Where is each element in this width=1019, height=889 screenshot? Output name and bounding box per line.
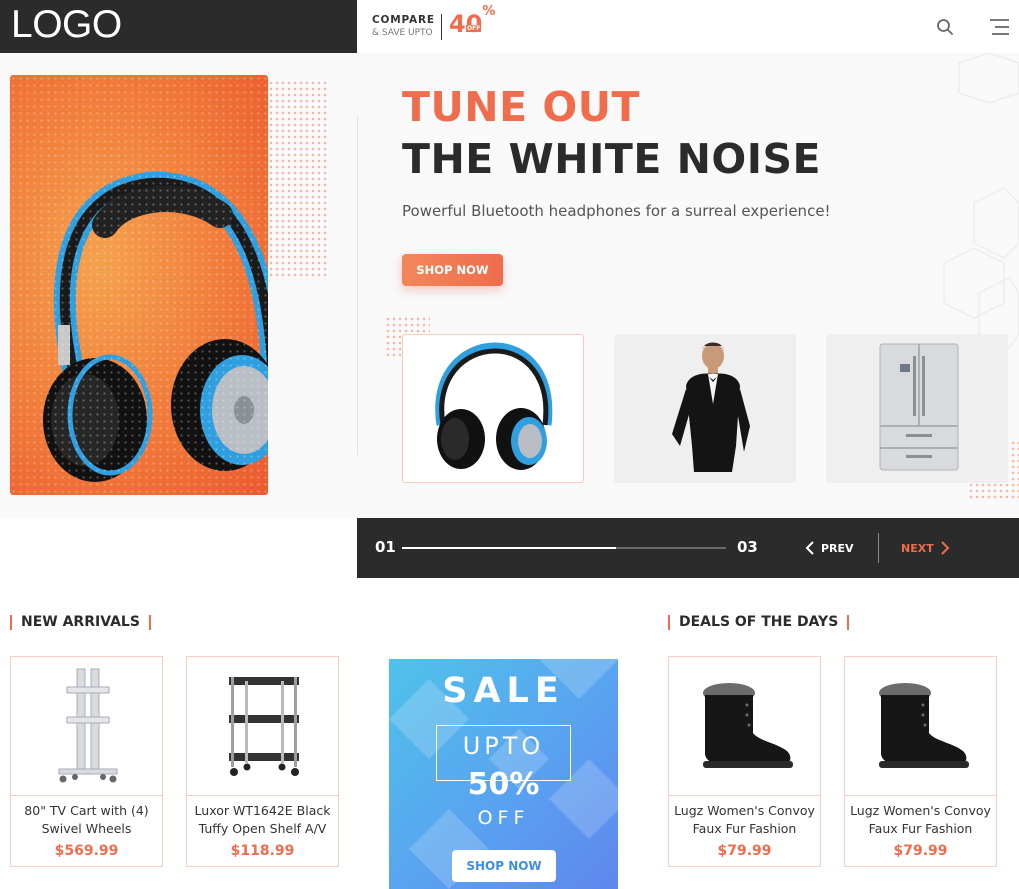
slide-current-number: 01 bbox=[375, 538, 396, 556]
slide-progress-track[interactable] bbox=[402, 547, 726, 549]
new-arrivals-heading: NEW ARRIVALS bbox=[10, 614, 151, 630]
hero-subtitle: Powerful Bluetooth headphones for a surr… bbox=[402, 202, 831, 220]
promo-percent-sign: % bbox=[482, 4, 496, 19]
chevron-left-icon bbox=[805, 541, 814, 555]
product-price: $569.99 bbox=[54, 843, 119, 859]
thumbnail-man-in-tuxedo[interactable] bbox=[614, 334, 796, 483]
slider-nav-divider bbox=[878, 533, 879, 563]
sale-title: SALE bbox=[442, 671, 565, 711]
product-name: Luxor WT1642E Black Tuffy Open Shelf A/V bbox=[194, 803, 331, 836]
refrigerator-icon bbox=[879, 343, 959, 471]
product-price: $79.99 bbox=[893, 843, 948, 859]
slide-total-number: 03 bbox=[737, 538, 758, 556]
product-image bbox=[187, 657, 338, 795]
menu-icon[interactable] bbox=[988, 17, 1010, 37]
new-arrivals-title: NEW ARRIVALS bbox=[21, 614, 140, 630]
thumbnail-headphones[interactable] bbox=[402, 334, 584, 483]
product-price: $118.99 bbox=[230, 843, 295, 859]
product-name: Lugz Women's Convoy Faux Fur Fashion bbox=[674, 803, 815, 836]
promo-percent: 40% bbox=[449, 4, 495, 38]
hero-title-line1: TUNE OUT bbox=[402, 83, 640, 131]
sale-off: OFF bbox=[477, 807, 530, 829]
thumbnail-refrigerator[interactable] bbox=[826, 334, 1008, 483]
tv-cart-icon bbox=[58, 668, 118, 783]
next-slide-button[interactable]: NEXT bbox=[901, 537, 950, 559]
hero-shop-now-button[interactable]: SHOP NOW bbox=[402, 254, 503, 286]
product-name: Lugz Women's Convoy Faux Fur Fashion bbox=[850, 803, 991, 836]
product-price: $79.99 bbox=[717, 843, 772, 859]
chevron-right-icon bbox=[941, 541, 950, 555]
product-image bbox=[845, 657, 996, 795]
shelf-cart-icon bbox=[229, 677, 299, 776]
product-image bbox=[11, 657, 162, 795]
hero-title-line2: THE WHITE NOISE bbox=[402, 135, 822, 183]
product-image bbox=[669, 657, 820, 795]
boot-icon bbox=[703, 683, 793, 768]
page: LOGO COMPARE & SAVE UPTO 40% OFF TUNE OU… bbox=[0, 0, 1019, 889]
promo-off-label: OFF bbox=[466, 25, 482, 32]
prev-label: PREV bbox=[821, 541, 854, 555]
promo-divider bbox=[441, 14, 442, 40]
logo-bar: LOGO bbox=[0, 0, 357, 53]
sale-upto: UPTO bbox=[462, 732, 545, 760]
next-label: NEXT bbox=[901, 541, 934, 555]
sale-shop-now-button[interactable]: SHOP NOW bbox=[452, 850, 556, 882]
slide-progress-fill bbox=[402, 547, 616, 549]
hero-product-image bbox=[10, 75, 268, 495]
sale-percent: 50% bbox=[467, 767, 540, 802]
promo-percent-number: 40 bbox=[449, 10, 483, 38]
product-card-boot-1[interactable]: Lugz Women's Convoy Faux Fur Fashion $79… bbox=[668, 656, 821, 867]
person-icon bbox=[672, 342, 750, 472]
deals-heading: DEALS OF THE DAYS bbox=[668, 614, 850, 630]
deals-title: DEALS OF THE DAYS bbox=[679, 614, 839, 630]
boot-icon bbox=[879, 683, 969, 768]
headphones-icon bbox=[435, 342, 553, 470]
hero-slider-controls: 01 03 PREV NEXT bbox=[357, 518, 1019, 578]
sale-banner[interactable]: SALE UPTO 50% OFF SHOP NOW bbox=[389, 659, 618, 889]
search-icon[interactable] bbox=[936, 18, 954, 36]
promo-compare-text: COMPARE bbox=[372, 14, 435, 26]
prev-slide-button[interactable]: PREV bbox=[805, 537, 854, 559]
product-card-shelf-cart[interactable]: Luxor WT1642E Black Tuffy Open Shelf A/V… bbox=[186, 656, 339, 867]
dot-pattern-decoration bbox=[268, 80, 328, 280]
product-card-boot-2[interactable]: Lugz Women's Convoy Faux Fur Fashion $79… bbox=[844, 656, 997, 867]
promo-save-text: & SAVE UPTO bbox=[372, 28, 433, 38]
product-name: 80" TV Cart with (4) Swivel Wheels bbox=[24, 803, 149, 836]
logo[interactable]: LOGO bbox=[11, 3, 122, 47]
hero-divider bbox=[357, 115, 358, 455]
product-card-tv-cart[interactable]: 80" TV Cart with (4) Swivel Wheels $569.… bbox=[10, 656, 163, 867]
